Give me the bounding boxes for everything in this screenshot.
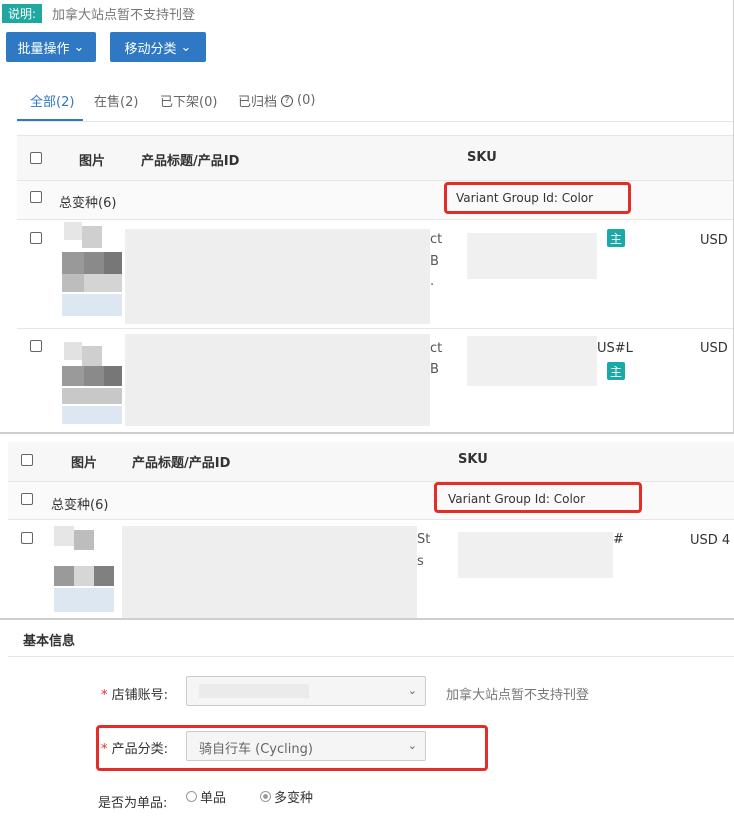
batch-action-label: 批量操作 xyxy=(17,41,70,57)
category-label: * 产品分类: xyxy=(101,742,169,757)
variant-group-id: Variant Group Id: Color xyxy=(448,492,586,506)
notice-tag: 说明: xyxy=(2,4,43,23)
row-price: USD 4 xyxy=(690,533,731,548)
move-category-label: 移动分类 xyxy=(124,41,177,57)
variant-total-label: 总变种(6) xyxy=(59,196,117,211)
tabs-divider xyxy=(17,121,733,122)
column-title: 产品标题/产品ID xyxy=(132,456,231,471)
product-title-blurred xyxy=(125,334,430,426)
table-header xyxy=(17,135,733,180)
tab-archived-label: 已归档 xyxy=(238,95,278,110)
tab-archived[interactable]: 已归档 ? (0) xyxy=(238,91,315,110)
tab-all[interactable]: 全部(2) xyxy=(30,91,74,110)
sku-suffix: US#L xyxy=(597,341,633,356)
title-fragment: s xyxy=(417,554,424,569)
tab-archived-count: (0) xyxy=(297,93,316,108)
main-variant-badge: 主 xyxy=(607,229,625,247)
title-fragment: B xyxy=(430,254,439,269)
row-checkbox[interactable] xyxy=(21,532,33,544)
move-category-button[interactable]: 移动分类 ⌄ xyxy=(110,32,206,62)
product-title-blurred xyxy=(125,229,430,324)
column-title: 产品标题/产品ID xyxy=(141,154,240,169)
column-image: 图片 xyxy=(71,456,98,471)
store-account-value-blurred xyxy=(199,684,309,698)
title-fragment: ct xyxy=(430,341,443,356)
category-select[interactable]: 骑自行车 (Cycling) ⌄ xyxy=(186,731,426,761)
main-variant-badge: 主 xyxy=(607,362,625,380)
radio-multi[interactable]: 多变种 xyxy=(260,787,313,806)
select-all-checkbox[interactable] xyxy=(30,152,42,164)
group-checkbox[interactable] xyxy=(21,493,33,505)
product-image[interactable] xyxy=(50,522,118,618)
product-image[interactable] xyxy=(58,222,124,320)
product-title-blurred xyxy=(122,526,417,618)
help-circle-icon[interactable]: ? xyxy=(281,94,294,107)
title-fragment: . xyxy=(430,274,435,289)
column-sku: SKU xyxy=(467,150,497,165)
store-account-select[interactable]: ⌄ xyxy=(186,676,426,706)
radio-icon xyxy=(186,791,197,802)
chevron-down-icon: ⌄ xyxy=(407,684,417,697)
batch-action-button[interactable]: 批量操作 ⌄ xyxy=(6,32,96,62)
section-title: 基本信息 xyxy=(23,634,76,649)
column-sku: SKU xyxy=(458,452,488,467)
category-value: 骑自行车 (Cycling) xyxy=(199,742,313,757)
title-fragment: St xyxy=(417,532,431,547)
sku-blurred xyxy=(467,233,597,279)
select-all-checkbox[interactable] xyxy=(21,454,33,466)
radio-single[interactable]: 单品 xyxy=(186,787,226,806)
variant-group-id: Variant Group Id: Color xyxy=(456,191,594,205)
chevron-down-icon: ⌄ xyxy=(73,39,85,55)
row-price: USD xyxy=(700,233,728,248)
row-checkbox[interactable] xyxy=(30,340,42,352)
table-header xyxy=(8,442,734,482)
title-fragment: B xyxy=(430,362,439,377)
notice-bar: 说明: 加拿大站点暂不支持刊登 xyxy=(2,4,195,23)
row-price: USD xyxy=(700,341,728,356)
notice-text: 加拿大站点暂不支持刊登 xyxy=(52,8,196,23)
row-checkbox[interactable] xyxy=(30,232,42,244)
row-divider xyxy=(17,328,733,329)
sku-blurred xyxy=(458,532,613,578)
group-checkbox[interactable] xyxy=(30,191,42,203)
product-list-panel: 说明: 加拿大站点暂不支持刊登 批量操作 ⌄ 移动分类 ⌄ 全部(2) 在售(2… xyxy=(0,0,734,432)
product-list-panel-2: 图片 产品标题/产品ID SKU 总变种(6) Variant Group Id… xyxy=(0,432,734,618)
single-product-label: 是否为单品: xyxy=(98,796,168,811)
sku-suffix: # xyxy=(613,532,624,547)
product-image[interactable] xyxy=(58,330,124,428)
sku-blurred xyxy=(467,336,597,386)
title-fragment: ct xyxy=(430,232,443,247)
store-account-note: 加拿大站点暂不支持刊登 xyxy=(446,688,590,703)
tab-delisted[interactable]: 已下架(0) xyxy=(160,91,217,110)
tab-on-sale[interactable]: 在售(2) xyxy=(94,91,138,110)
variant-total-label: 总变种(6) xyxy=(51,498,109,513)
basic-info-form: 基本信息 * 店铺账号: ⌄ 加拿大站点暂不支持刊登 * 产品分类: 骑自行车 … xyxy=(0,618,734,831)
chevron-down-icon: ⌄ xyxy=(180,39,192,55)
column-image: 图片 xyxy=(79,154,106,169)
section-divider xyxy=(8,656,734,657)
store-account-label: * 店铺账号: xyxy=(101,688,169,703)
radio-icon xyxy=(260,791,271,802)
chevron-down-icon: ⌄ xyxy=(407,739,417,752)
